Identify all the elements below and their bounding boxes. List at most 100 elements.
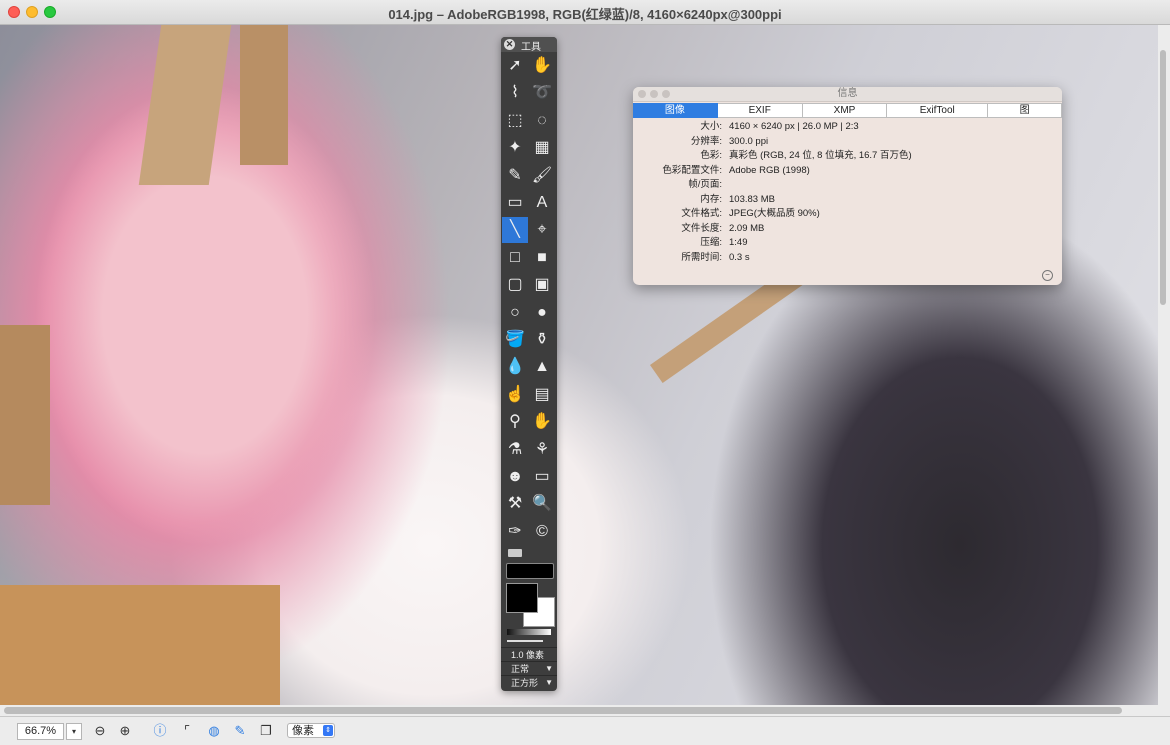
info-key: 所需时间: <box>681 251 722 263</box>
tool-transform-icon[interactable]: ⚒ <box>502 491 528 517</box>
tool-lasso-icon[interactable]: ➰ <box>529 80 555 106</box>
line-width-preview <box>507 640 543 642</box>
tool-ruler-icon[interactable]: ▭ <box>529 464 555 490</box>
ruler-icon[interactable]: ⌜ <box>179 723 195 739</box>
tool-silhouette-icon[interactable]: ☻ <box>502 464 528 490</box>
tool-ellipse-select-icon[interactable]: ◌ <box>529 108 555 134</box>
tool-clone-icon[interactable]: ⚘ <box>529 437 555 463</box>
info-value: 103.83 MB <box>729 193 775 205</box>
close-icon[interactable]: ✕ <box>504 39 515 50</box>
units-select[interactable]: 像素 ⇕ <box>287 723 335 738</box>
tool-bottle-icon[interactable]: ✑ <box>502 519 528 545</box>
info-value: Adobe RGB (1998) <box>729 164 810 176</box>
tool-stamp-icon[interactable]: ⚱ <box>529 327 555 353</box>
tool-cone-icon[interactable]: ▲ <box>529 354 555 380</box>
line-width-row[interactable]: 1.0 像素 <box>501 647 557 662</box>
tool-text-icon[interactable]: A <box>529 190 555 216</box>
info-key: 文件格式: <box>681 208 722 219</box>
tool-palette-title: 工具 <box>521 42 541 53</box>
info-row: 色彩: 真彩色 (RGB, 24 位, 8 位填充, 16.7 百万色) <box>633 149 1062 164</box>
tool-rect-select-icon[interactable]: ⬚ <box>502 108 528 134</box>
info-key: 分辨率: <box>690 135 722 147</box>
collapse-icon[interactable]: − <box>1042 270 1053 281</box>
tool-smudge-icon[interactable]: ☝ <box>502 382 528 408</box>
tool-magic-wand-icon[interactable]: ✦ <box>502 135 528 161</box>
tool-palette: ✕ 工具 ➚ ✋ ⌇ ➰ ⬚ ◌ ✦ ▦ ✎ 🖌 ▭ A ╲ ⌖ □ ■ ▢ ▣ ○ ● 🪣 ⚱ 💧 ▲ ☝ ▤ ⚲ ✋ ⚗ ⚘ ☻ ▭ ⚒ 🔍 ✑… <box>501 37 557 691</box>
zoom-in-icon[interactable]: ⊕ <box>117 723 133 739</box>
info-value: 2.09 MB <box>729 222 765 234</box>
tool-ellipse-filled-icon[interactable]: ● <box>529 300 555 326</box>
info-row: 文件格式: JPEG(大概品质 90%) <box>633 207 1062 222</box>
blend-mode-label: 正常 <box>511 664 530 674</box>
info-value: 0.3 s <box>729 251 750 263</box>
tool-eyedropper-icon[interactable]: ⚗ <box>502 437 528 463</box>
brush-shape-select[interactable]: 正方形 ▼ <box>501 675 557 690</box>
tool-ellipse-icon[interactable]: ○ <box>502 300 528 326</box>
tool-line-icon[interactable]: ╲ <box>502 217 528 244</box>
tool-roundrect-filled-icon[interactable]: ▣ <box>529 272 555 298</box>
tool-hand-icon[interactable]: ✋ <box>529 53 555 79</box>
info-value: 1:49 <box>729 237 748 248</box>
tool-eraser-icon[interactable]: ▭ <box>502 190 528 216</box>
info-row: 色彩配置文件: Adobe RGB (1998) <box>633 164 1062 179</box>
info-panel-header: 信息 <box>633 87 1062 102</box>
info-row: 所需时间: 0.3 s <box>633 251 1062 266</box>
brush-shape-label: 正方形 <box>511 678 539 688</box>
tool-zoom-icon[interactable]: 🔍 <box>529 491 555 517</box>
info-value: JPEG(大概品质 90%) <box>729 208 820 219</box>
info-key: 色彩: <box>700 150 722 161</box>
tool-sponge-icon[interactable]: ▤ <box>529 382 555 408</box>
info-row: 帧/页面: <box>633 178 1062 193</box>
units-label: 像素 <box>292 725 314 737</box>
tool-brush-icon[interactable]: 🖌 <box>529 163 555 189</box>
globe-icon[interactable]: ◍ <box>206 723 222 739</box>
blend-mode-select[interactable]: 正常 ▼ <box>501 661 557 676</box>
photo-region <box>138 25 232 185</box>
current-color-bar[interactable] <box>506 563 554 579</box>
tab-info-0[interactable]: 图像 <box>633 103 718 118</box>
tab-info-4[interactable]: 图 <box>988 103 1062 118</box>
horizontal-scrollbar[interactable] <box>4 707 1122 714</box>
tool-roundrect-icon[interactable]: ▢ <box>502 272 528 298</box>
info-key: 色彩配置文件: <box>662 164 722 176</box>
title-bar: 014.jpg – AdobeRGB1998, RGB(红绿蓝)/8, 4160… <box>0 0 1170 25</box>
zoom-level-field[interactable]: 66.7% <box>17 723 64 740</box>
tool-drop-icon[interactable]: 💧 <box>502 354 528 380</box>
tool-paint-bucket-icon[interactable]: 🪣 <box>502 327 528 353</box>
line-width-label: 1.0 像素 <box>511 650 545 660</box>
tool-arrow-icon[interactable]: ➚ <box>502 53 528 79</box>
tab-info-2[interactable]: XMP <box>802 103 888 118</box>
copy-icon[interactable]: ❐ <box>258 723 274 739</box>
gradient-bar[interactable] <box>507 629 551 635</box>
info-rows: 大小: 4160 × 6240 px | 26.0 MP | 2:3 分辨率: 300… <box>633 120 1062 265</box>
tool-rect-icon[interactable]: □ <box>502 245 528 271</box>
tool-rect-filled-icon[interactable]: ■ <box>529 245 555 271</box>
foreground-color-swatch[interactable] <box>506 583 538 613</box>
tool-pencil-icon[interactable]: ✎ <box>502 163 528 189</box>
tool-dodge-icon[interactable]: ⚲ <box>502 409 528 435</box>
chevron-down-icon: ▼ <box>545 664 553 673</box>
photo-region <box>0 585 280 705</box>
marquee-indicator <box>508 549 522 557</box>
tool-burn-icon[interactable]: ✋ <box>529 409 555 435</box>
tab-info-1[interactable]: EXIF <box>717 103 803 118</box>
info-row: 压缩: 1:49 <box>633 236 1062 251</box>
vertical-scrollbar[interactable] <box>1160 50 1166 305</box>
window-title: 014.jpg – AdobeRGB1998, RGB(红绿蓝)/8, 4160… <box>388 7 782 22</box>
info-icon[interactable]: ⓘ <box>152 723 168 739</box>
zoom-dropdown-button[interactable]: ▾ <box>66 723 82 740</box>
info-key: 内存: <box>700 193 722 205</box>
tool-checker-icon[interactable]: ▦ <box>529 135 555 161</box>
tool-polygon-lasso-icon[interactable]: ⌇ <box>502 80 528 106</box>
info-row: 大小: 4160 × 6240 px | 26.0 MP | 2:3 <box>633 120 1062 135</box>
zoom-out-icon[interactable]: ⊖ <box>92 723 108 739</box>
stepper-icon: ⇕ <box>323 725 333 736</box>
info-key: 文件长度: <box>681 222 722 234</box>
wrench-icon[interactable]: ✎ <box>232 723 248 739</box>
tool-crosshair-icon[interactable]: ⌖ <box>529 217 555 243</box>
info-row: 内存: 103.83 MB <box>633 193 1062 208</box>
info-value: 真彩色 (RGB, 24 位, 8 位填充, 16.7 百万色) <box>729 150 912 161</box>
info-value: 4160 × 6240 px | 26.0 MP | 2:3 <box>729 121 859 132</box>
tool-copyright-icon[interactable]: © <box>529 519 555 545</box>
tab-info-3[interactable]: ExifTool <box>887 103 989 118</box>
